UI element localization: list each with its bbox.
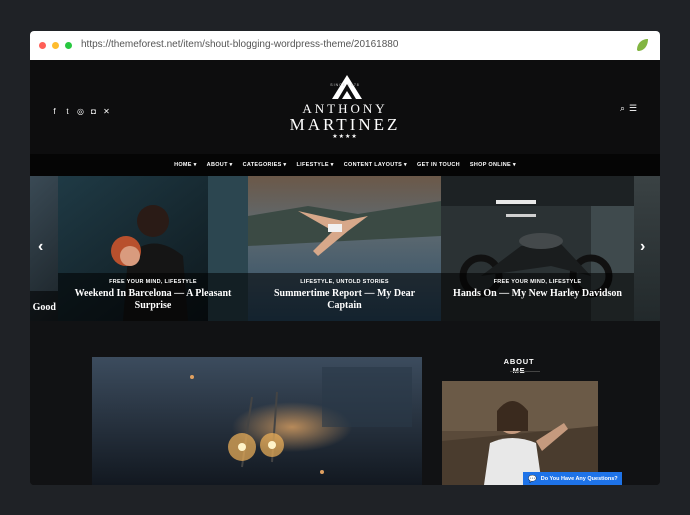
logo-name-line2[interactable]: MARTINEZ (266, 115, 424, 135)
slide-caption: LIFESTYLE, UNTOLD STORIES Summertime Rep… (248, 273, 441, 321)
slider-next-icon[interactable]: › (640, 238, 645, 256)
slide-title[interactable]: Weekend In Barcelona — A Pleasant Surpri… (58, 288, 248, 312)
search-icon[interactable]: ⌕ (620, 103, 625, 114)
nav-item-about[interactable]: ABOUT ▾ (207, 162, 233, 168)
menu-icon[interactable]: ☰ (629, 103, 637, 114)
slide-partial-title: Good (32, 302, 56, 313)
featured-slider: Good FREE YOUR MIND, LIFESTYLE Weekend I… (30, 176, 660, 321)
slider-prev-icon[interactable]: ‹ (38, 238, 43, 256)
facebook-icon[interactable]: f (50, 107, 59, 116)
close-window-button[interactable] (39, 42, 46, 49)
header-tools: ⌕ ☰ (620, 103, 637, 114)
slide-caption: FREE YOUR MIND, LIFESTYLE Weekend In Bar… (58, 273, 248, 321)
maximize-window-button[interactable] (65, 42, 72, 49)
browser-window: https://themeforest.net/item/shout-blogg… (30, 31, 660, 485)
slide-partial-right[interactable] (634, 176, 660, 321)
slide-category[interactable]: FREE YOUR MIND, LIFESTYLE (58, 279, 248, 285)
logo-stars: ★★★★ (332, 134, 358, 140)
sparkler-image (92, 357, 422, 485)
nav-item-get-in-touch[interactable]: GET IN TOUCH (417, 162, 460, 168)
dribbble-icon[interactable]: ◎ (76, 107, 85, 116)
chat-widget-button[interactable]: 💬 Do You Have Any Questions? (523, 472, 622, 485)
minimize-window-button[interactable] (52, 42, 59, 49)
logo-since-text: SINCE 1978 (330, 83, 360, 87)
nav-item-content-layouts[interactable]: CONTENT LAYOUTS ▾ (344, 162, 407, 168)
envato-leaf-icon[interactable] (634, 37, 650, 53)
social-icons: f t ◎ ◘ ✕ (50, 107, 111, 116)
featured-post-image[interactable] (92, 357, 422, 485)
chat-widget-label: Do You Have Any Questions? (540, 475, 618, 482)
slide-caption: FREE YOUR MIND, LIFESTYLE Hands On — My … (441, 273, 634, 321)
slide-partial-left[interactable]: Good (30, 176, 58, 321)
slide-harley[interactable]: FREE YOUR MIND, LIFESTYLE Hands On — My … (441, 176, 634, 321)
portrait-image (442, 381, 598, 485)
slide-category[interactable]: FREE YOUR MIND, LIFESTYLE (441, 279, 634, 285)
nav-item-categories[interactable]: CATEGORIES ▾ (243, 162, 287, 168)
browser-toolbar: https://themeforest.net/item/shout-blogg… (30, 31, 660, 60)
slide-category[interactable]: LIFESTYLE, UNTOLD STORIES (248, 279, 441, 285)
main-navigation: HOME ▾ ABOUT ▾ CATEGORIES ▾ LIFESTYLE ▾ … (30, 154, 660, 176)
slide-summertime[interactable]: LIFESTYLE, UNTOLD STORIES Summertime Rep… (248, 176, 441, 321)
sidebar-title-divider (510, 371, 540, 372)
logo-mark-icon[interactable] (330, 73, 364, 101)
slide-title[interactable]: Hands On — My New Harley Davidson (441, 288, 634, 300)
content-area: ABOUT ME (30, 321, 660, 485)
address-bar[interactable]: https://themeforest.net/item/shout-blogg… (81, 39, 398, 50)
nav-item-home[interactable]: HOME ▾ (174, 162, 197, 168)
slide-barcelona[interactable]: FREE YOUR MIND, LIFESTYLE Weekend In Bar… (58, 176, 248, 321)
nav-item-lifestyle[interactable]: LIFESTYLE ▾ (296, 162, 333, 168)
instagram-icon[interactable]: ◘ (89, 107, 98, 116)
sidebar-about-title: ABOUT ME (503, 357, 535, 375)
twitter-icon[interactable]: t (63, 107, 72, 116)
about-me-photo[interactable] (442, 381, 598, 485)
slide-title[interactable]: Summertime Report — My Dear Captain (248, 288, 441, 312)
chat-bubble-icon: 💬 (528, 475, 537, 483)
nav-item-shop-online[interactable]: SHOP ONLINE ▾ (470, 162, 516, 168)
xing-icon[interactable]: ✕ (102, 107, 111, 116)
